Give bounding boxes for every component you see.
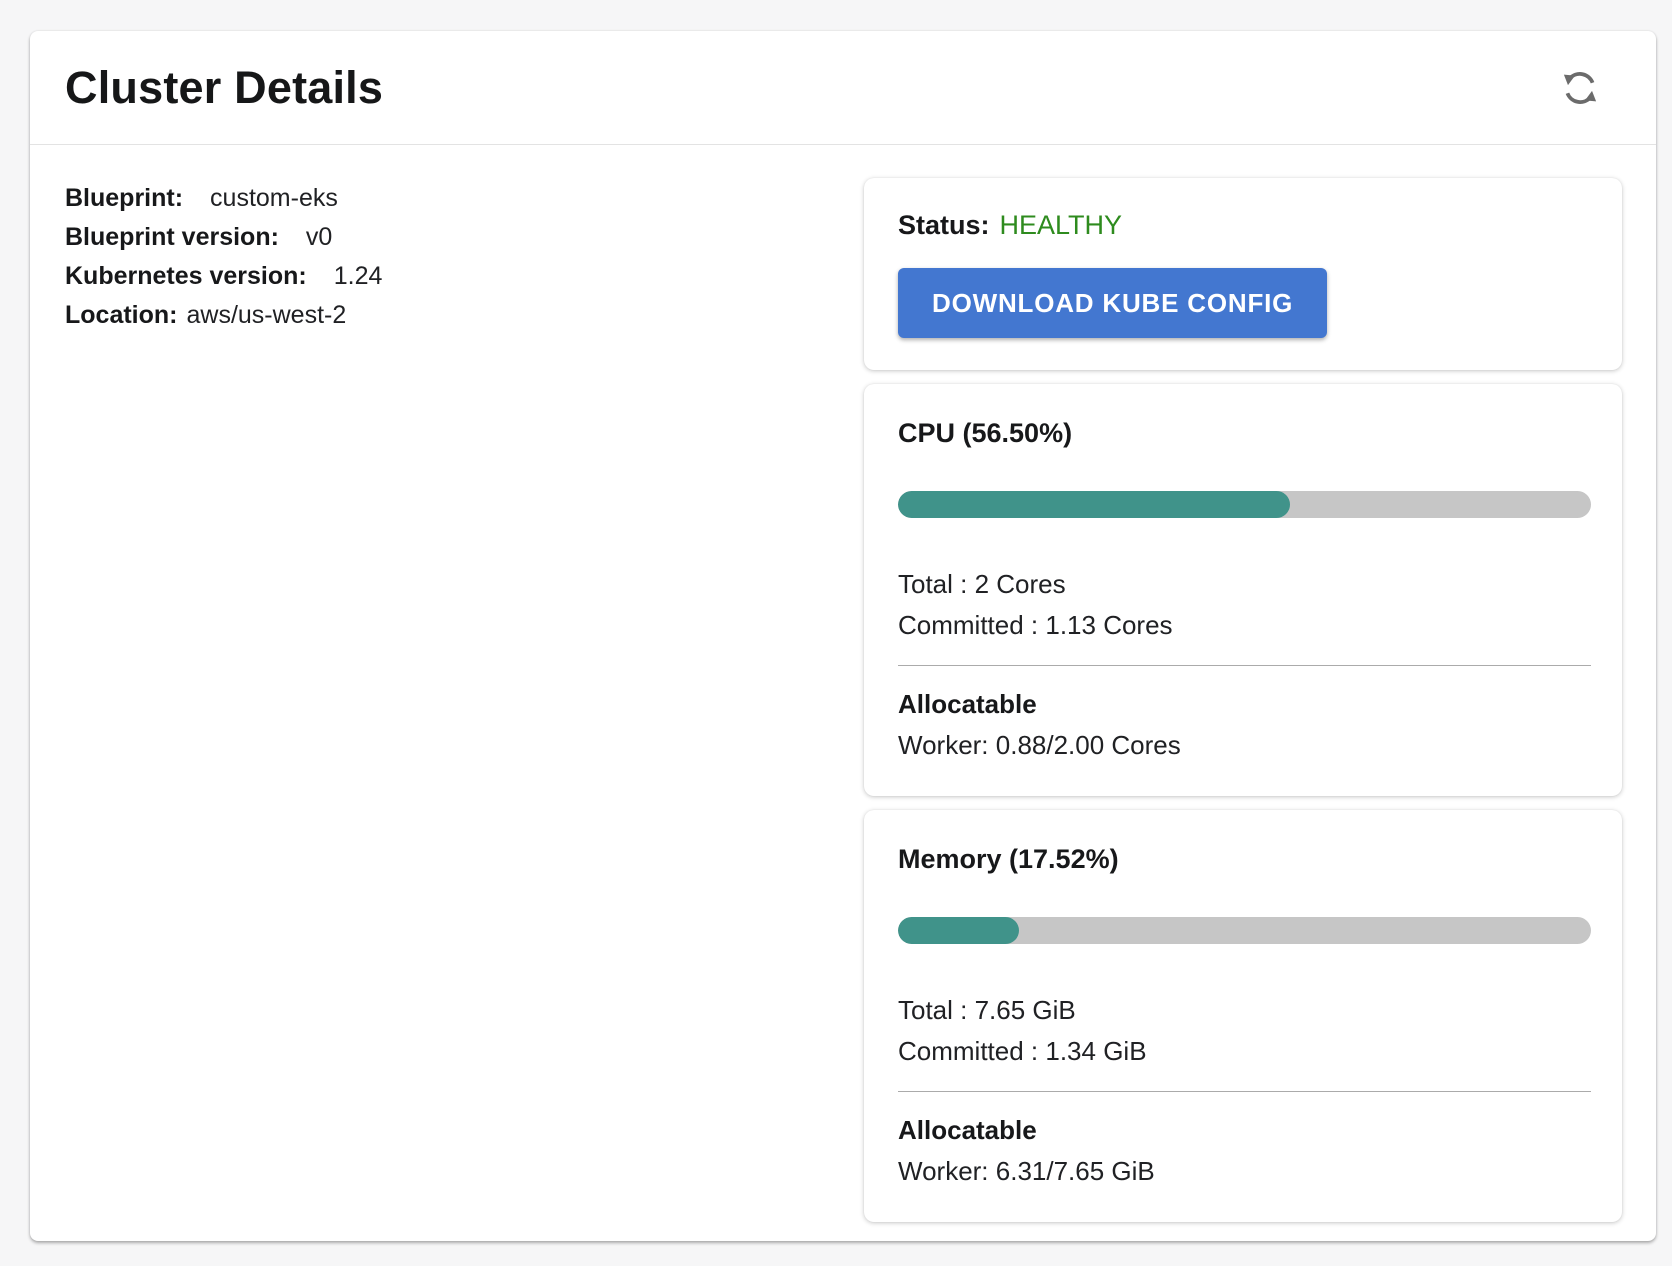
memory-card: Memory (17.52%) Total : 7.65 GiB Committ…: [864, 810, 1622, 1222]
memory-divider: [898, 1091, 1591, 1092]
cpu-committed: Committed : 1.13 Cores: [898, 605, 1591, 646]
cpu-worker: Worker: 0.88/2.00 Cores: [898, 725, 1591, 766]
info-row-kubernetes-version: Kubernetes version: 1.24: [65, 257, 864, 296]
memory-progress-bar: [898, 917, 1591, 944]
location-label: Location:: [65, 301, 178, 329]
panel-body: Blueprint: custom-eks Blueprint version: v…: [30, 145, 1656, 1241]
memory-worker: Worker: 6.31/7.65 GiB: [898, 1151, 1591, 1192]
memory-total: Total : 7.65 GiB: [898, 990, 1591, 1031]
status-card: Status: HEALTHY DOWNLOAD KUBE CONFIG: [864, 178, 1622, 370]
status-value: HEALTHY: [1000, 210, 1123, 240]
refresh-icon: [1557, 65, 1603, 111]
memory-allocatable-label: Allocatable: [898, 1110, 1591, 1151]
blueprint-version-value: v0: [306, 223, 332, 251]
memory-committed: Committed : 1.34 GiB: [898, 1031, 1591, 1072]
memory-progress-fill: [898, 917, 1019, 944]
location-value: aws/us-west-2: [187, 301, 347, 329]
cpu-progress-bar: [898, 491, 1591, 518]
cpu-progress-fill: [898, 491, 1290, 518]
panel-header: Cluster Details: [30, 31, 1656, 145]
metrics-column: Status: HEALTHY DOWNLOAD KUBE CONFIG CPU …: [864, 178, 1622, 1222]
cpu-allocatable-label: Allocatable: [898, 684, 1591, 725]
info-row-blueprint: Blueprint: custom-eks: [65, 179, 864, 218]
download-kubeconfig-button[interactable]: DOWNLOAD KUBE CONFIG: [898, 268, 1327, 338]
cpu-total: Total : 2 Cores: [898, 564, 1591, 605]
status-line: Status: HEALTHY: [898, 210, 1590, 241]
cluster-info: Blueprint: custom-eks Blueprint version: v…: [65, 178, 864, 1222]
refresh-button[interactable]: [1552, 60, 1608, 116]
info-row-location: Location: aws/us-west-2: [65, 296, 864, 335]
memory-title: Memory (17.52%): [898, 844, 1591, 875]
status-label: Status:: [898, 210, 990, 240]
kubernetes-version-value: 1.24: [334, 262, 383, 290]
blueprint-value: custom-eks: [210, 184, 338, 212]
blueprint-label: Blueprint:: [65, 184, 183, 212]
kubernetes-version-label: Kubernetes version:: [65, 262, 307, 290]
info-row-blueprint-version: Blueprint version: v0: [65, 218, 864, 257]
cpu-card: CPU (56.50%) Total : 2 Cores Committed :…: [864, 384, 1622, 796]
page-title: Cluster Details: [65, 62, 383, 114]
cpu-title: CPU (56.50%): [898, 418, 1591, 449]
cluster-details-panel: Cluster Details Blueprint: custom-eks Blu…: [30, 31, 1656, 1241]
cpu-divider: [898, 665, 1591, 666]
blueprint-version-label: Blueprint version:: [65, 223, 279, 251]
